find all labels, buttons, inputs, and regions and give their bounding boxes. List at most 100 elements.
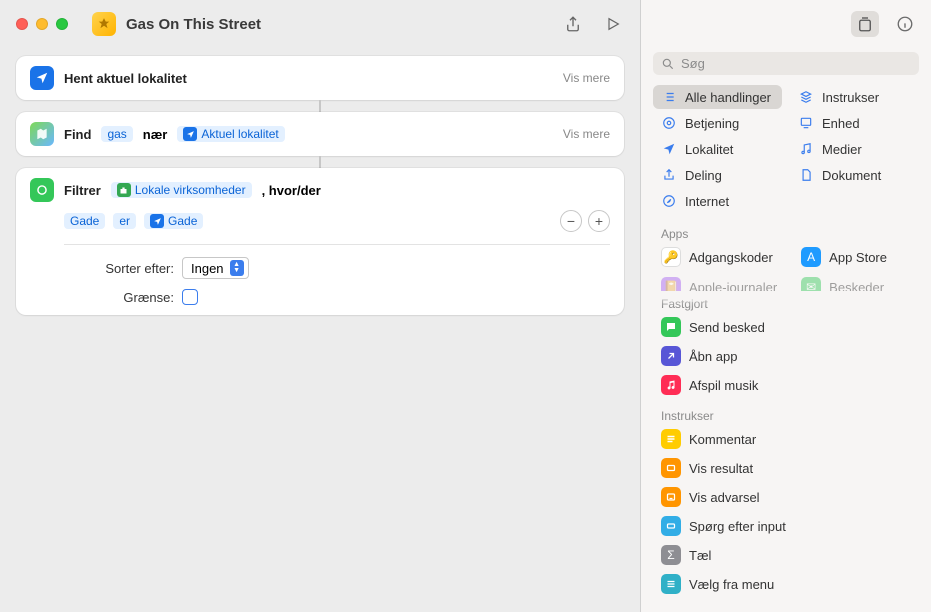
shortcut-title[interactable]: Gas On This Street bbox=[126, 16, 261, 33]
pinned-list: Send besked Åbn app Afspil musik bbox=[641, 313, 931, 403]
category-scripting[interactable]: Instrukser bbox=[790, 85, 919, 109]
category-all-actions[interactable]: Alle handlinger bbox=[653, 85, 782, 109]
pinned-open-app[interactable]: Åbn app bbox=[653, 342, 919, 370]
library-sidebar: Søg Alle handlinger Instrukser Betjening… bbox=[641, 0, 931, 612]
category-device[interactable]: Enhed bbox=[790, 111, 919, 135]
workflow-canvas: Hent aktuel lokalitet Vis mere Find gas … bbox=[0, 48, 640, 612]
pinned-play-music[interactable]: Afspil musik bbox=[653, 371, 919, 399]
select-arrows-icon: ▲▼ bbox=[230, 260, 244, 276]
sigma-icon: Σ bbox=[661, 545, 681, 565]
lines-icon bbox=[661, 429, 681, 449]
business-icon bbox=[117, 183, 131, 197]
appstore-icon: A bbox=[801, 247, 821, 267]
category-control[interactable]: Betjening bbox=[653, 111, 782, 135]
action-get-current-location[interactable]: Hent aktuel lokalitet Vis mere bbox=[16, 56, 624, 100]
action-comment[interactable]: Kommentar bbox=[653, 425, 919, 453]
device-icon bbox=[798, 115, 814, 131]
actions-scroll[interactable]: Fastgjort Send besked Åbn app Afspil mus… bbox=[641, 291, 931, 612]
apps-section-label: Apps bbox=[641, 221, 931, 243]
near-label: nær bbox=[143, 127, 168, 142]
sort-label: Sorter efter: bbox=[64, 261, 174, 276]
close-window-button[interactable] bbox=[16, 18, 28, 30]
library-tab-button[interactable] bbox=[851, 11, 879, 37]
app-journals[interactable]: 📔Apple-journaler bbox=[653, 273, 785, 291]
filter-value-token[interactable]: Gade bbox=[144, 213, 203, 229]
limit-row: Grænse: bbox=[64, 289, 610, 305]
doc-icon bbox=[798, 167, 814, 183]
pinned-section-label: Fastgjort bbox=[641, 291, 931, 313]
filter-operator-token[interactable]: er bbox=[113, 213, 136, 229]
run-button[interactable] bbox=[602, 13, 624, 35]
action-choose-menu[interactable]: Vælg fra menu bbox=[653, 570, 919, 598]
action-show-alert[interactable]: Vis advarsel bbox=[653, 483, 919, 511]
action-title: Hent aktuel lokalitet bbox=[64, 71, 187, 86]
app-messages[interactable]: ✉Beskeder bbox=[793, 273, 919, 291]
minimize-window-button[interactable] bbox=[36, 18, 48, 30]
menu-icon bbox=[661, 574, 681, 594]
where-label: , hvor/der bbox=[262, 183, 321, 198]
sort-row: Sorter efter: Ingen ▲▼ bbox=[64, 257, 610, 279]
action-ask-input[interactable]: Spørg efter input bbox=[653, 512, 919, 540]
music-icon bbox=[798, 141, 814, 157]
open-icon bbox=[661, 346, 681, 366]
app-appstore[interactable]: AApp Store bbox=[793, 243, 919, 271]
action-show-result[interactable]: Vis resultat bbox=[653, 454, 919, 482]
filter-icon bbox=[30, 178, 54, 202]
titlebar: Gas On This Street bbox=[0, 0, 640, 48]
category-grid: Alle handlinger Instrukser Betjening Enh… bbox=[641, 85, 931, 221]
businesses-variable-token[interactable]: Lokale virksomheder bbox=[111, 182, 252, 198]
action-find-places[interactable]: Find gas nær Aktuel lokalitet Vis mere bbox=[16, 112, 624, 156]
messages-icon: ✉ bbox=[801, 277, 821, 291]
key-icon: 🔑 bbox=[661, 247, 681, 267]
apps-list: 🔑Adgangskoder AApp Store 📔Apple-journale… bbox=[641, 243, 931, 291]
music-icon bbox=[661, 375, 681, 395]
stack-icon bbox=[798, 89, 814, 105]
nav-arrow-icon bbox=[150, 214, 164, 228]
filter-condition-row: Gade er Gade − + bbox=[64, 210, 610, 232]
location-icon bbox=[30, 66, 54, 90]
search-icon bbox=[661, 57, 675, 71]
divider bbox=[64, 244, 610, 245]
category-media[interactable]: Medier bbox=[790, 137, 919, 161]
remove-condition-button[interactable]: − bbox=[560, 210, 582, 232]
nav-icon bbox=[661, 141, 677, 157]
zoom-window-button[interactable] bbox=[56, 18, 68, 30]
search-field[interactable]: Søg bbox=[653, 52, 919, 75]
show-more-link[interactable]: Vis mere bbox=[563, 71, 610, 85]
add-condition-button[interactable]: + bbox=[588, 210, 610, 232]
category-location[interactable]: Lokalitet bbox=[653, 137, 782, 161]
input-icon bbox=[661, 516, 681, 536]
alert-icon bbox=[661, 487, 681, 507]
nav-arrow-icon bbox=[183, 127, 197, 141]
window-controls bbox=[16, 18, 68, 30]
instr-section-label: Instrukser bbox=[641, 403, 931, 425]
share-button[interactable] bbox=[562, 13, 584, 35]
category-document[interactable]: Dokument bbox=[790, 163, 919, 187]
info-tab-button[interactable] bbox=[891, 11, 919, 37]
connector bbox=[319, 100, 321, 112]
instr-list: Kommentar Vis resultat Vis advarsel Spør… bbox=[641, 425, 931, 602]
limit-label: Grænse: bbox=[64, 290, 174, 305]
sort-select[interactable]: Ingen ▲▼ bbox=[182, 257, 249, 279]
action-filter[interactable]: Filtrer Lokale virksomheder , hvor/der G… bbox=[16, 168, 624, 315]
safari-icon bbox=[661, 193, 677, 209]
filter-prefix: Filtrer bbox=[64, 183, 101, 198]
action-count[interactable]: ΣTæl bbox=[653, 541, 919, 569]
list-icon bbox=[661, 89, 677, 105]
app-passwords[interactable]: 🔑Adgangskoder bbox=[653, 243, 785, 271]
limit-checkbox[interactable] bbox=[182, 289, 198, 305]
book-icon: 📔 bbox=[661, 277, 681, 291]
category-internet[interactable]: Internet bbox=[653, 189, 782, 213]
location-variable-token[interactable]: Aktuel lokalitet bbox=[177, 126, 284, 142]
find-prefix: Find bbox=[64, 127, 91, 142]
eye-icon bbox=[661, 458, 681, 478]
query-token[interactable]: gas bbox=[101, 126, 132, 142]
show-more-link[interactable]: Vis mere bbox=[563, 127, 610, 141]
share-icon bbox=[661, 167, 677, 183]
connector bbox=[319, 156, 321, 168]
messages-icon bbox=[661, 317, 681, 337]
pinned-send-message[interactable]: Send besked bbox=[653, 313, 919, 341]
search-placeholder: Søg bbox=[681, 56, 705, 71]
category-sharing[interactable]: Deling bbox=[653, 163, 782, 187]
filter-field-token[interactable]: Gade bbox=[64, 213, 105, 229]
